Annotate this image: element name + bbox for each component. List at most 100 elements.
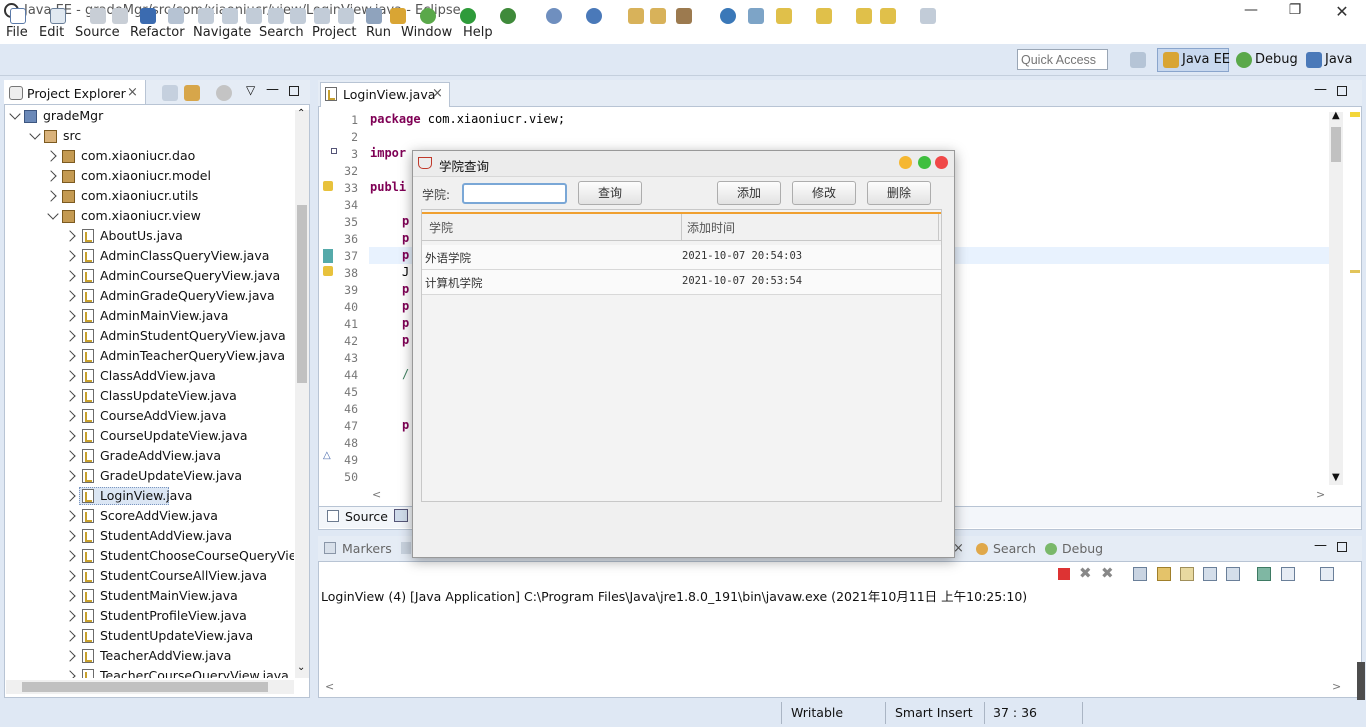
disconnect-icon[interactable] [268,8,284,24]
link-editor-icon[interactable] [184,85,200,101]
code-line-36[interactable]: p [402,231,409,245]
suspend-icon[interactable] [222,8,238,24]
editor-scroll-left-icon[interactable]: < [372,488,381,501]
restore-button[interactable]: ❐ [1280,2,1310,20]
code-line-41[interactable]: p [402,316,409,330]
terminate-console-icon[interactable] [1058,568,1070,580]
new-file-icon[interactable] [50,8,66,24]
dialog-minimize-button[interactable] [899,156,912,169]
code-line-3[interactable]: impor [370,146,406,160]
editor-scroll-up-icon[interactable]: ▲ [1332,110,1340,121]
new-icon[interactable] [10,8,26,24]
tree-scroll-thumb[interactable] [297,205,307,383]
maximize-view-icon[interactable] [289,86,299,96]
menu-edit[interactable]: Edit [39,25,64,40]
dialog-close-button[interactable] [935,156,948,169]
editor-vertical-scrollbar[interactable] [1329,112,1343,485]
editor-maximize-icon[interactable] [1337,86,1347,96]
code-line-38[interactable]: J [402,265,409,279]
code-line-37[interactable]: p [402,248,409,262]
code-line-33[interactable]: publi [370,180,406,194]
debug-tab[interactable]: Debug [1062,541,1103,556]
menu-search[interactable]: Search [259,25,304,40]
code-line-1[interactable]: package com.xiaoniucr.view; [370,112,565,126]
run-external-icon[interactable] [500,8,516,24]
markers-tab[interactable]: Markers [342,541,392,556]
menu-project[interactable]: Project [312,25,356,40]
pin-console-icon[interactable] [1257,567,1271,581]
editor-scroll-down-icon[interactable]: ▼ [1332,472,1340,483]
search-tool-icon[interactable] [676,8,692,24]
prev-annotation-icon[interactable] [816,8,832,24]
use-step-filters-icon[interactable] [390,8,406,24]
table-row[interactable]: 外语学院 2021-10-07 20:54:03 [422,245,941,270]
delete-button[interactable]: 删除 [867,181,931,205]
clear-console-icon[interactable] [1133,567,1147,581]
last-edit-icon[interactable] [856,8,872,24]
menu-window[interactable]: Window [401,25,452,40]
dialog-titlebar[interactable] [413,151,954,177]
source-tab[interactable]: Source [345,509,388,524]
menu-help[interactable]: Help [463,25,493,40]
toggle-mark-icon[interactable] [748,8,764,24]
terminate-icon[interactable] [246,8,262,24]
design-tab-icon[interactable] [394,509,408,522]
menu-run[interactable]: Run [366,25,391,40]
show-console-icon[interactable] [1203,567,1217,581]
editor-minimize-icon[interactable]: — [1314,82,1327,97]
back-icon[interactable] [880,8,896,24]
remove-all-icon[interactable]: ✖ [1101,564,1114,582]
scroll-lock-icon[interactable] [1157,567,1171,581]
drop-to-frame-icon[interactable] [366,8,382,24]
table-row[interactable]: 计算机学院 2021-10-07 20:53:54 [422,270,941,295]
menu-refactor[interactable]: Refactor [130,25,185,40]
remove-launch-icon[interactable]: ✖ [1079,564,1092,582]
open-type-icon[interactable] [628,8,644,24]
add-button[interactable]: 添加 [717,181,781,205]
code-line-44[interactable]: / [402,367,409,381]
fold-marker-icon[interactable] [331,148,337,154]
editor-scroll-right-icon[interactable]: > [1316,488,1325,501]
console-icon[interactable] [140,8,156,24]
debug-icon[interactable] [420,8,436,24]
code-line-40[interactable]: p [402,299,409,313]
column-header-college[interactable]: 学院 [429,219,453,236]
editor-scroll-thumb[interactable] [1331,127,1341,162]
step-return-icon[interactable] [338,8,354,24]
open-console-icon[interactable] [1320,567,1334,581]
globe-icon[interactable] [720,8,736,24]
run-icon[interactable] [460,8,476,24]
scroll-up-icon[interactable]: ⌃ [297,108,305,119]
code-line-42[interactable]: p [402,333,409,347]
open-task-icon[interactable] [650,8,666,24]
perspective-debug-label[interactable]: Debug [1255,52,1298,67]
minimize-view-icon[interactable]: — [266,82,279,97]
column-header-time[interactable]: 添加时间 [687,219,735,236]
close-button[interactable]: ✕ [1327,2,1357,21]
console-scroll-right-icon[interactable]: > [1332,680,1341,693]
scroll-down-icon[interactable]: ⌄ [297,662,305,673]
minimize-button[interactable]: — [1236,2,1266,20]
edit-button[interactable]: 修改 [792,181,856,205]
tree-vertical-scrollbar[interactable] [295,110,309,678]
focus-icon[interactable] [216,85,232,101]
search-tab[interactable]: Search [993,541,1036,556]
show-error-icon[interactable] [1226,567,1240,581]
console-scroll-left-icon[interactable]: < [325,680,334,693]
collapse-all-icon[interactable] [162,85,178,101]
menu-navigate[interactable]: Navigate [193,25,251,40]
dialog-maximize-button[interactable] [918,156,931,169]
code-line-35[interactable]: p [402,214,409,228]
overview-warning-marker[interactable] [1350,112,1360,117]
quick-access-input[interactable] [1017,49,1108,70]
new-class-icon[interactable] [586,8,602,24]
forward-icon[interactable] [920,8,936,24]
skip-breakpoints-icon[interactable] [168,8,184,24]
resume-icon[interactable] [198,8,214,24]
tree-hscroll-thumb[interactable] [22,682,268,692]
display-console-icon[interactable] [1281,567,1295,581]
java-perspective-icon[interactable] [1306,52,1322,68]
word-wrap-icon[interactable] [1180,567,1194,581]
step-over-icon[interactable] [314,8,330,24]
console-maximize-icon[interactable] [1337,542,1347,552]
